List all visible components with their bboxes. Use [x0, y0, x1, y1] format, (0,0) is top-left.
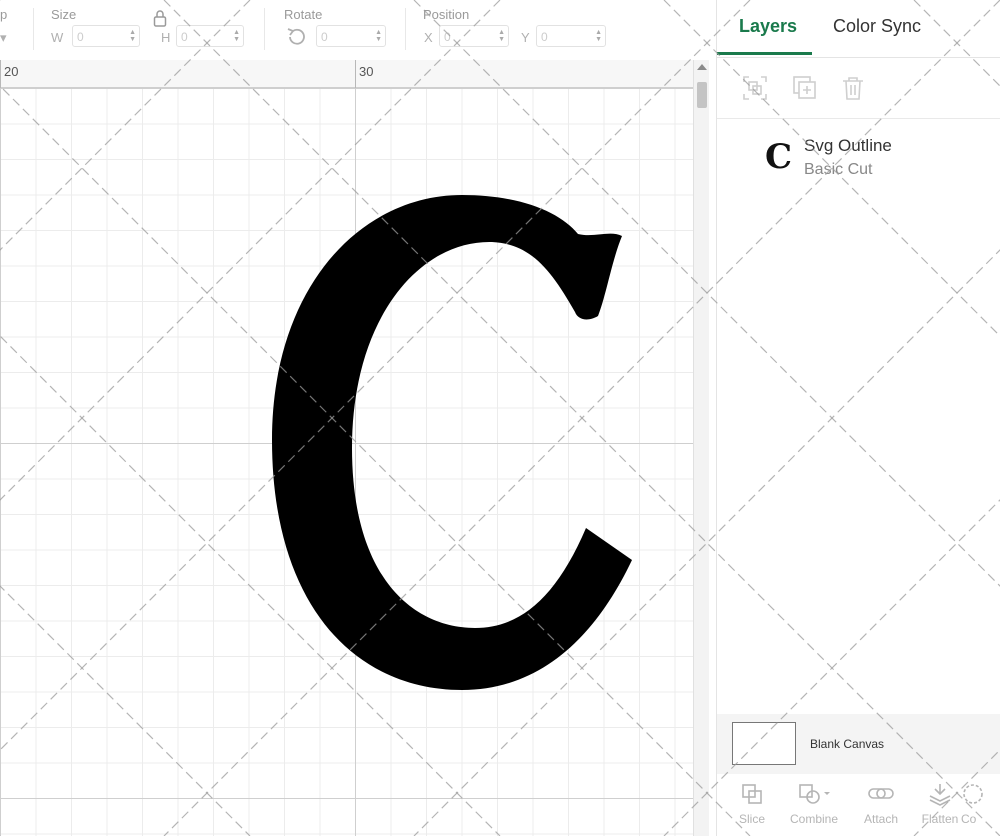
width-label: W [51, 30, 64, 45]
rotate-value: 0 [321, 30, 328, 44]
tab-layers[interactable]: Layers [739, 16, 797, 37]
x-position-input[interactable]: 0 ▲ ▼ [439, 25, 509, 47]
layers-panel: Layers Color Sync C Svg Outline Basic Cu… [716, 0, 1000, 836]
contour-button[interactable]: Co [961, 782, 1000, 826]
blank-canvas-swatch[interactable] [732, 722, 796, 765]
layer-operation: Basic Cut [804, 161, 873, 178]
combine-label: Combine [789, 812, 839, 826]
flatten-label: Flatten [921, 812, 959, 826]
toolbar-divider [264, 8, 265, 50]
toolbar-divider [33, 8, 34, 50]
scroll-up-icon[interactable] [697, 64, 707, 70]
panel-divider [717, 118, 1000, 119]
duplicate-icon[interactable] [791, 74, 819, 102]
active-tab-indicator [717, 52, 812, 55]
combine-button[interactable]: Combine [784, 782, 844, 826]
tab-color-sync[interactable]: Color Sync [833, 16, 921, 37]
x-value: 0 [444, 30, 451, 44]
top-toolbar: p ▾ Size W 0 ▲ ▼ H 0 ▲ ▼ Rotate 0 ▲ ▼ Position… [0, 0, 716, 60]
width-stepper[interactable]: ▲ ▼ [129, 29, 136, 43]
rotate-icon[interactable] [285, 27, 307, 52]
height-input[interactable]: 0 ▲ ▼ [176, 25, 244, 47]
height-label: H [161, 30, 171, 45]
flatten-icon [929, 784, 951, 806]
slice-icon [742, 784, 762, 804]
ruler-mark-20: 20 [4, 64, 19, 79]
attach-icon [868, 788, 894, 799]
rotate-stepper[interactable]: ▲ ▼ [375, 29, 382, 43]
svg-outline-shape[interactable] [0, 88, 693, 836]
contour-label: Co [961, 812, 977, 826]
delete-icon[interactable] [839, 74, 867, 102]
lock-icon[interactable] [153, 9, 167, 32]
x-stepper[interactable]: ▲ ▼ [498, 29, 505, 43]
x-label: X [424, 30, 433, 45]
slice-label: Slice [738, 812, 765, 826]
design-canvas[interactable] [0, 88, 693, 836]
position-label: Position [423, 7, 470, 22]
blank-canvas-row[interactable]: Blank Canvas [717, 714, 1000, 774]
height-stepper[interactable]: ▲ ▼ [233, 29, 240, 43]
operation-dropdown-chevron-icon[interactable]: ▾ [0, 30, 7, 46]
toolbar-divider [405, 8, 406, 50]
ruler-mark-30: 30 [359, 64, 374, 79]
horizontal-ruler: 20 30 [0, 60, 700, 88]
layer-item[interactable]: C Svg Outline Basic Cut [717, 126, 1000, 190]
scrollbar-thumb[interactable] [697, 82, 707, 108]
y-label: Y [521, 30, 530, 45]
width-value: 0 [77, 30, 84, 44]
width-input[interactable]: 0 ▲ ▼ [72, 25, 140, 47]
rotate-label: Rotate [284, 7, 323, 22]
attach-button[interactable]: Attach [851, 782, 911, 826]
rotate-input[interactable]: 0 ▲ ▼ [316, 25, 386, 47]
layer-thumbnail: C [765, 137, 793, 177]
size-label: Size [51, 7, 77, 22]
attach-label: Attach [863, 812, 899, 826]
ruler-tick [355, 60, 356, 88]
y-stepper[interactable]: ▲ ▼ [595, 29, 602, 43]
blank-canvas-label: Blank Canvas [810, 737, 885, 751]
panel-divider [717, 57, 1000, 58]
y-value: 0 [541, 30, 548, 44]
canvas-vertical-scrollbar[interactable] [693, 60, 709, 836]
ruler-tick [0, 60, 1, 88]
height-value: 0 [181, 30, 188, 44]
layer-name: Svg Outline [804, 136, 892, 155]
combine-icon [799, 784, 830, 804]
contour-icon [963, 784, 983, 804]
y-position-input[interactable]: 0 ▲ ▼ [536, 25, 606, 47]
operation-label: p [0, 7, 8, 22]
group-icon[interactable] [741, 74, 769, 102]
letter-c-glyph[interactable] [272, 195, 632, 690]
slice-button[interactable]: Slice [722, 782, 782, 826]
